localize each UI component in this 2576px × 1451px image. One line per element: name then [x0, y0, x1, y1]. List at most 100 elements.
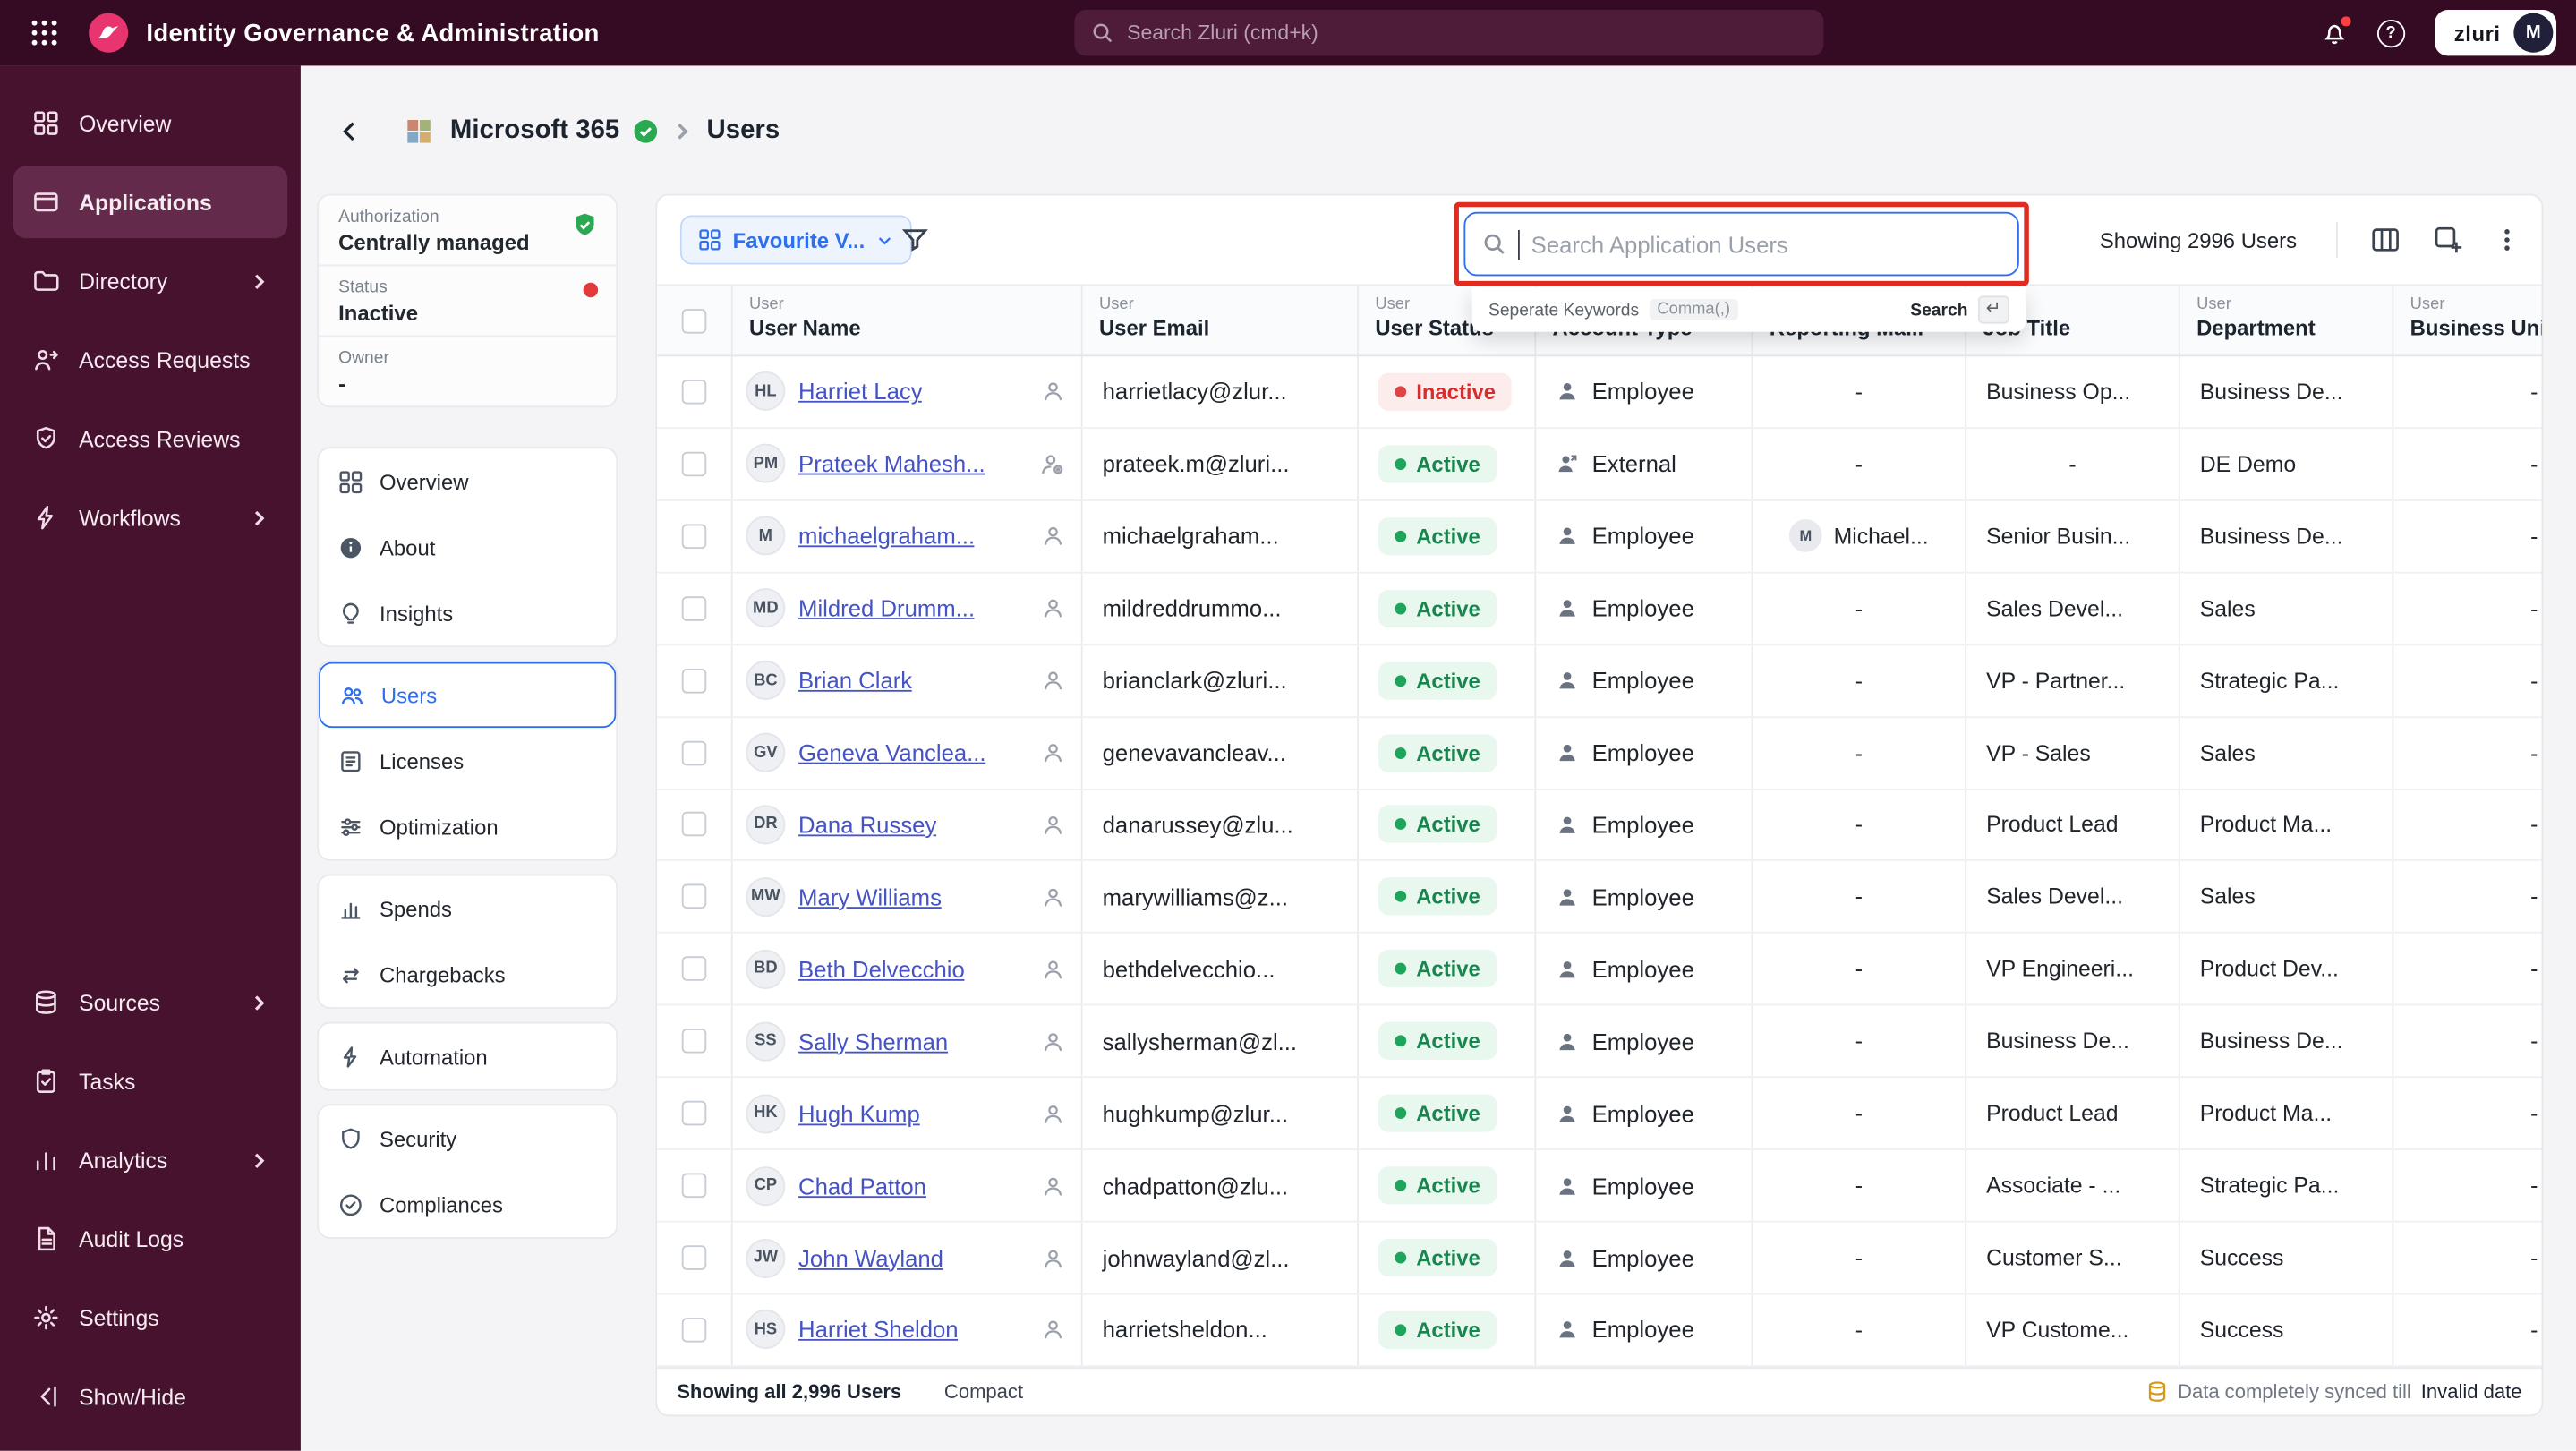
user-name-link[interactable]: Harriet Sheldon	[798, 1317, 959, 1343]
info-label: Authorization	[338, 207, 439, 227]
text-caret	[1518, 229, 1520, 260]
menu-item-users[interactable]: Users	[319, 661, 617, 729]
sync-value: Invalid date	[2420, 1379, 2522, 1404]
filter-button[interactable]	[900, 225, 930, 254]
sidebar-item-show-hide[interactable]: Show/Hide	[13, 1361, 288, 1433]
kebab-menu-icon[interactable]	[2495, 226, 2519, 252]
row-checkbox[interactable]	[681, 595, 707, 621]
workspace-switcher[interactable]: zluri M	[2434, 10, 2557, 56]
workflows-icon	[33, 504, 59, 530]
row-checkbox[interactable]	[681, 884, 707, 909]
reporting-manager-value: -	[1855, 884, 1863, 909]
user-name-link[interactable]: Sally Sherman	[798, 1029, 948, 1054]
cell-user-status: Active	[1359, 1222, 1537, 1293]
sidebar-item-sources[interactable]: Sources	[13, 966, 288, 1038]
reporting-manager-chip[interactable]: M Michael...	[1789, 519, 1929, 553]
user-name-link[interactable]: Mildred Drumm...	[798, 595, 975, 621]
main-content: Microsoft 365 Users Authorization Centra…	[300, 65, 2576, 1451]
sidebar-item-access-reviews[interactable]: Access Reviews	[13, 403, 288, 475]
menu-item-insights[interactable]: Insights	[319, 580, 616, 645]
business-unit-value: -	[2530, 956, 2538, 982]
row-checkbox[interactable]	[681, 1101, 707, 1126]
user-name-link[interactable]: Harriet Lacy	[798, 379, 923, 405]
app-launcher-icon[interactable]	[30, 18, 59, 47]
user-initials-avatar: HK	[746, 1093, 786, 1133]
sidebar-item-access-requests[interactable]: Access Requests	[13, 324, 288, 397]
density-toggle[interactable]: Compact	[944, 1380, 1023, 1404]
favourite-views-button[interactable]: Favourite V...	[679, 215, 913, 265]
menu-group: Users Licenses Optimization	[317, 660, 618, 861]
row-checkbox[interactable]	[681, 379, 707, 405]
column-caption: User	[748, 295, 784, 314]
menu-item-chargebacks[interactable]: Chargebacks	[319, 942, 616, 1007]
user-name-link[interactable]: Prateek Mahesh...	[798, 451, 985, 477]
cell-user-name: MD Mildred Drumm...	[733, 573, 1083, 644]
row-checkbox[interactable]	[681, 1029, 707, 1054]
cell-job-title: VP Engineeri...	[1966, 934, 2180, 1005]
sidebar-item-applications[interactable]: Applications	[13, 166, 288, 239]
column-caption: User	[1098, 295, 1134, 314]
sidebar-item-label: Access Reviews	[79, 426, 241, 451]
row-checkbox[interactable]	[681, 812, 707, 838]
menu-group: Security Compliances	[317, 1104, 618, 1239]
application-users-search-input[interactable]	[1531, 230, 2001, 258]
menu-item-about[interactable]: About	[319, 515, 616, 580]
sidebar-item-analytics[interactable]: Analytics	[13, 1123, 288, 1196]
user-name-link[interactable]: Beth Delvecchio	[798, 956, 965, 982]
menu-item-automation[interactable]: Automation	[319, 1024, 616, 1089]
user-name-link[interactable]: michaelgraham...	[798, 523, 975, 549]
user-name-link[interactable]: Hugh Kump	[798, 1100, 920, 1126]
cell-account-type: Employee	[1536, 1005, 1753, 1077]
menu-item-spends[interactable]: Spends	[319, 875, 616, 941]
user-solid-icon	[1556, 1246, 1579, 1269]
sidebar-item-workflows[interactable]: Workflows	[13, 482, 288, 554]
row-checkbox[interactable]	[681, 1245, 707, 1270]
table-row: HK Hugh Kump hughkump@zlur... Active Employe…	[657, 1078, 2542, 1151]
row-checkbox[interactable]	[681, 451, 707, 477]
global-search[interactable]	[1074, 10, 1824, 56]
back-button[interactable]	[337, 118, 363, 144]
select-all-checkbox[interactable]	[681, 308, 707, 333]
notifications-bell-icon[interactable]	[2321, 16, 2351, 46]
user-external-icon	[1556, 452, 1579, 475]
application-users-search[interactable]	[1463, 211, 2019, 277]
cell-user-email: bethdelvecchio...	[1083, 934, 1359, 1005]
sidebar-item-tasks[interactable]: Tasks	[13, 1045, 288, 1117]
hint-left-label: Seperate Keywords	[1488, 299, 1640, 320]
row-checkbox[interactable]	[681, 1317, 707, 1343]
sidebar-item-directory[interactable]: Directory	[13, 244, 288, 317]
row-checkbox[interactable]	[681, 1173, 707, 1199]
department-value: Product Ma...	[2199, 812, 2333, 838]
menu-item-overview[interactable]: Overview	[319, 448, 616, 514]
global-search-input[interactable]	[1127, 21, 1808, 45]
m-overview-icon	[338, 469, 363, 494]
sidebar-item-audit-logs[interactable]: Audit Logs	[13, 1203, 288, 1276]
export-board-icon[interactable]	[2433, 225, 2462, 254]
user-name-link[interactable]: Brian Clark	[798, 667, 912, 693]
user-name-link[interactable]: Mary Williams	[798, 883, 942, 909]
menu-item-optimization[interactable]: Optimization	[319, 794, 616, 859]
help-icon[interactable]	[2376, 19, 2405, 47]
sidebar-item-settings[interactable]: Settings	[13, 1282, 288, 1354]
row-checkbox[interactable]	[681, 524, 707, 549]
m-security-icon	[338, 1126, 363, 1151]
user-name-link[interactable]: Dana Russey	[798, 812, 936, 838]
row-checkbox[interactable]	[681, 740, 707, 765]
user-solid-icon	[1556, 885, 1579, 909]
menu-item-licenses[interactable]: Licenses	[319, 728, 616, 793]
sidebar-item-overview[interactable]: Overview	[13, 87, 288, 159]
account-type: Employee	[1556, 1317, 1694, 1343]
user-avatar[interactable]: M	[2513, 13, 2554, 53]
user-name-link[interactable]: John Wayland	[798, 1244, 943, 1270]
user-name-link[interactable]: Geneva Vanclea...	[798, 739, 986, 765]
row-checkbox[interactable]	[681, 956, 707, 982]
account-type: Employee	[1556, 523, 1694, 550]
row-checkbox[interactable]	[681, 668, 707, 693]
user-name-link[interactable]: Chad Patton	[798, 1173, 926, 1199]
menu-item-security[interactable]: Security	[319, 1105, 616, 1171]
account-type: Employee	[1556, 1244, 1694, 1271]
menu-item-compliances[interactable]: Compliances	[319, 1172, 616, 1237]
job-title-value: VP Engineeri...	[1986, 956, 2134, 982]
table-row: CP Chad Patton chadpatton@zlu... Active Empl…	[657, 1150, 2542, 1223]
columns-icon[interactable]	[2371, 225, 2401, 254]
